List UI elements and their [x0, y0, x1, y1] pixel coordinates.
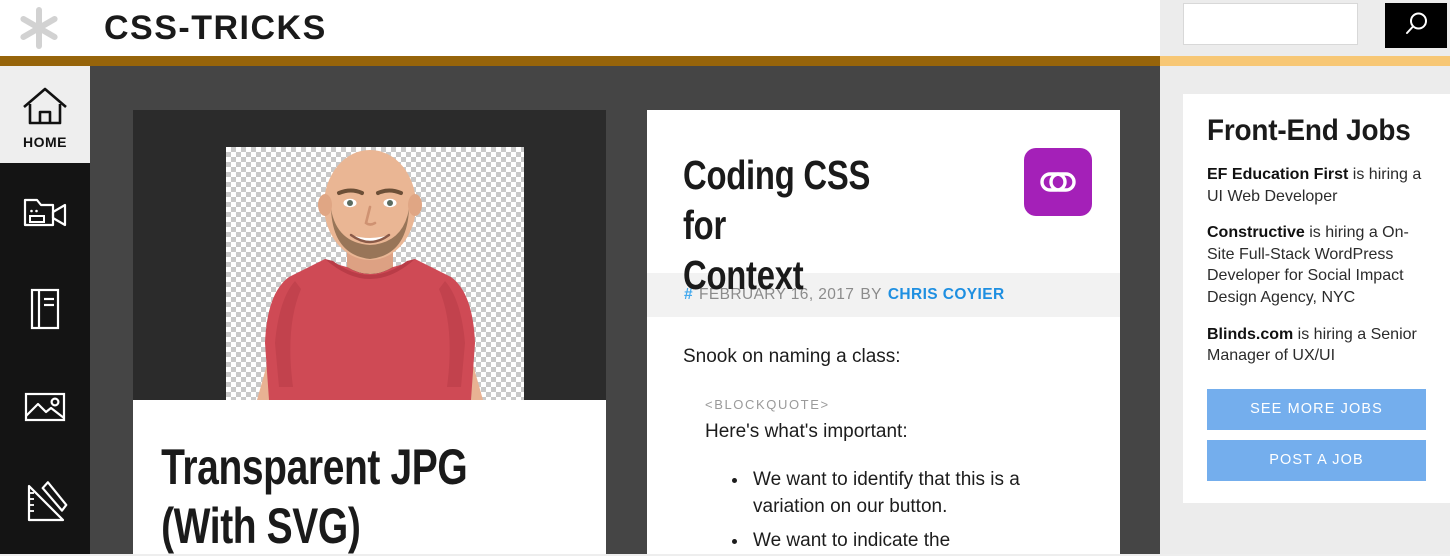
blockquote-list: We want to identify that this is a varia…	[749, 467, 1084, 555]
sidebar-item-almanac[interactable]	[0, 260, 90, 357]
job-listing[interactable]: EF Education First is hiring a UI Web De…	[1207, 164, 1426, 207]
post-intro-text: Snook on naming a class:	[683, 346, 901, 367]
image-icon	[20, 379, 70, 433]
page-title: CSS-TRICKS	[104, 8, 327, 47]
job-listing[interactable]: Blinds.com is hiring a Senior Manager of…	[1207, 324, 1426, 367]
job-listing[interactable]: Constructive is hiring a On-Site Full-St…	[1207, 222, 1426, 308]
front-end-jobs-panel: Front-End Jobs EF Education First is hir…	[1183, 94, 1450, 503]
job-company: Constructive	[1207, 224, 1305, 242]
site-logo[interactable]: CSS-TRICKS	[0, 0, 327, 56]
asterisk-icon	[16, 5, 62, 51]
accent-stripe-dark	[0, 56, 1160, 66]
accent-stripe	[0, 56, 1450, 66]
accent-stripe-light	[1160, 56, 1450, 66]
main-navigation-sidebar: HOME	[0, 66, 90, 554]
post-body: Snook on naming a class: <BLOCKQUOTE> He…	[647, 317, 1120, 555]
sidebar-item-videos[interactable]	[0, 163, 90, 260]
link-chain-icon	[1024, 148, 1092, 216]
featured-image[interactable]	[133, 110, 606, 400]
job-company: Blinds.com	[1207, 325, 1294, 343]
post-title[interactable]: Coding CSS for Context	[683, 150, 883, 300]
search-input[interactable]	[1183, 3, 1358, 45]
post-header: Coding CSS for Context	[647, 110, 1120, 298]
sidebar-item-snippets[interactable]	[0, 454, 90, 551]
post-card-transparent-jpg[interactable]: Transparent JPG (With SVG)	[133, 110, 606, 554]
search-button[interactable]	[1385, 3, 1447, 48]
home-icon	[20, 79, 70, 133]
see-more-jobs-button[interactable]: SEE MORE JOBS	[1207, 388, 1426, 430]
site-header: CSS-TRICKS	[0, 0, 1450, 56]
sidebar-item-label-home: HOME	[23, 134, 67, 150]
book-icon	[25, 282, 65, 336]
sidebar-item-gallery[interactable]	[0, 357, 90, 454]
ruler-pencil-icon	[21, 476, 69, 530]
search-icon	[1402, 10, 1430, 41]
job-company: EF Education First	[1207, 166, 1349, 183]
post-title[interactable]: Transparent JPG (With SVG)	[133, 400, 502, 556]
post-card-coding-css-for-context[interactable]: Coding CSS for Context # FEBRUARY 16, 20…	[647, 110, 1120, 554]
jobs-panel-title: Front-End Jobs	[1207, 114, 1411, 147]
avatar	[256, 150, 483, 400]
blockquote-lead-text: Here's what's important:	[705, 420, 908, 442]
sidebar-item-home[interactable]: HOME	[0, 66, 90, 163]
blockquote-tag-label: <BLOCKQUOTE>	[705, 396, 830, 412]
video-camera-icon	[19, 185, 71, 239]
list-item: We want to indicate the	[749, 528, 1084, 555]
post-a-job-button[interactable]: POST A JOB	[1207, 439, 1426, 481]
list-item: We want to identify that this is a varia…	[749, 467, 1084, 521]
search-form	[1183, 3, 1447, 48]
post-author[interactable]: CHRIS COYIER	[888, 286, 1005, 304]
